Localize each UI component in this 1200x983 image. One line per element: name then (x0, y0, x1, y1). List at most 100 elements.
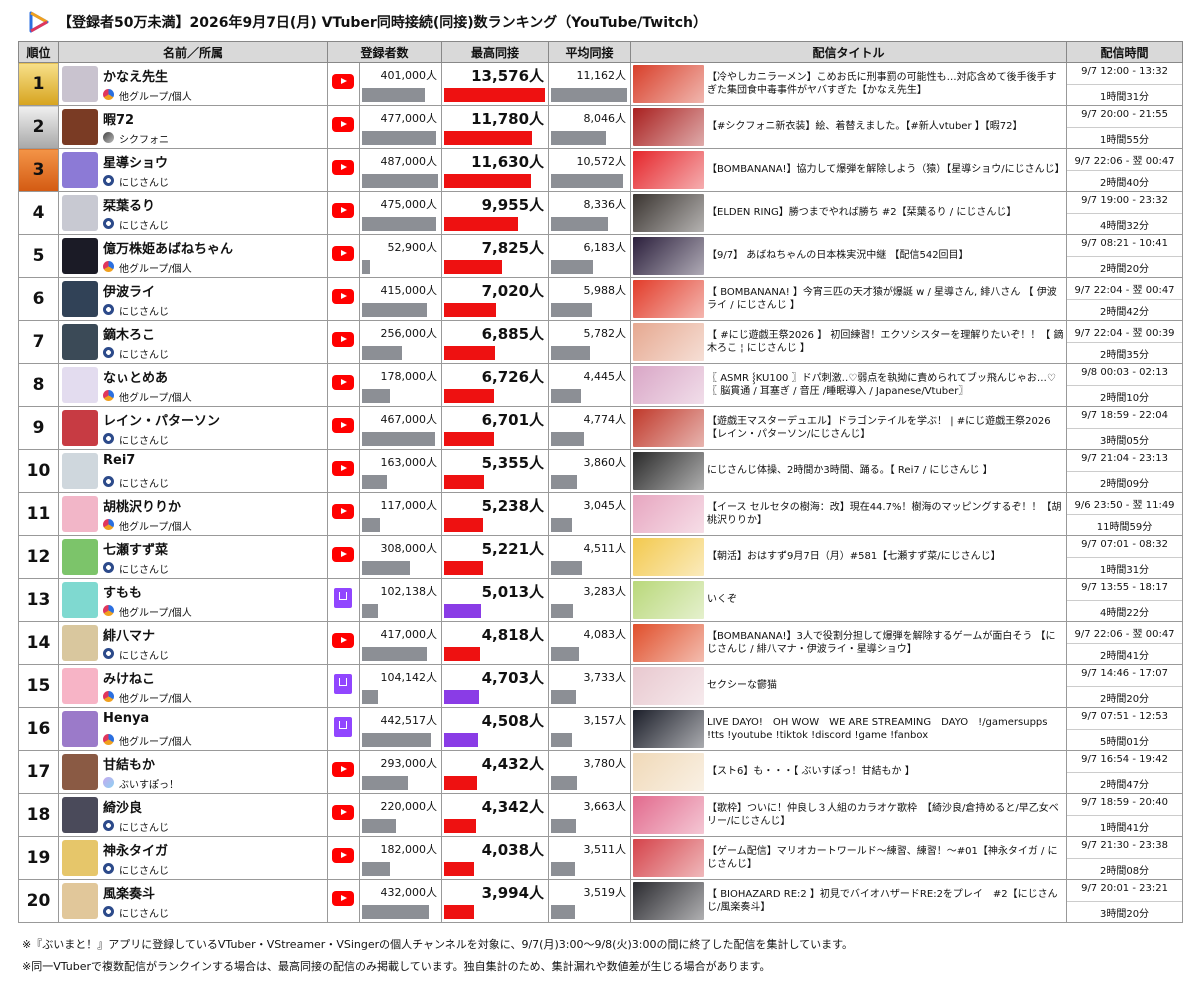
stream-thumbnail[interactable] (633, 366, 705, 404)
stream-title[interactable]: 【 #にじ遊戯王祭2026 】 初回練習！エクソシスターを理解りたいぞ！！【 鏑… (707, 322, 1064, 363)
stream-thumbnail[interactable] (633, 667, 705, 705)
stream-thumbnail[interactable] (633, 108, 705, 146)
stream-title[interactable]: 【BOMBANANA!】3人で役割分担して爆弾を解除するゲームが面白そう 【にじ… (707, 623, 1064, 664)
table-row[interactable]: 17 甘結もか ぶいすぽっ！ 293,000人 4,432人 3,780人 【スト6】も・・… (18, 750, 1184, 794)
youtube-icon[interactable] (332, 504, 354, 519)
stream-thumbnail[interactable] (633, 495, 705, 533)
stream-title[interactable]: 【遊戯王マスターデュエル】ドラゴンテイルを学ぶ！ | #にじ遊戯王祭2026 【… (707, 408, 1064, 449)
twitch-icon[interactable] (334, 674, 352, 694)
stream-title[interactable]: LIVE DAYO! OH WOW WE ARE STREAMING DAYO … (707, 709, 1064, 750)
youtube-icon[interactable] (332, 633, 354, 648)
vtuber-name[interactable]: 鏑木ろこ (103, 324, 155, 343)
stream-thumbnail[interactable] (633, 839, 705, 877)
stream-thumbnail[interactable] (633, 710, 705, 748)
stream-thumbnail[interactable] (633, 581, 705, 619)
table-row[interactable]: 8 なぃとめあ 他グループ/個人 178,000人 6,726人 4,445人〖 ASMR… (18, 363, 1184, 407)
stream-title[interactable]: 〖 ASMR ⸾KU100 〗ドパ刺激‥♡弱点を執拗に責められてブッ飛んじゃお…… (707, 365, 1064, 406)
table-row[interactable]: 3 星導ショウ にじさんじ 487,000人 11,630人 10,572人 【BOMBAN… (18, 148, 1184, 192)
table-row[interactable]: 9 レイン・パターソン にじさんじ 467,000人 6,701人 4,774人 【遊戯王マ… (18, 406, 1184, 450)
vtuber-name[interactable]: 栞葉るり (103, 195, 155, 214)
stream-thumbnail[interactable] (633, 753, 705, 791)
youtube-icon[interactable] (332, 762, 354, 777)
youtube-icon[interactable] (332, 289, 354, 304)
stream-title[interactable]: 【 BOMBANANA! 】今宵三匹の天才猿が爆誕 w / 星導さん, 緋八さん… (707, 279, 1064, 320)
vtuber-name[interactable]: Henya (103, 711, 149, 726)
stream-thumbnail[interactable] (633, 280, 705, 318)
table-row[interactable]: 5 億万株姫あばねちゃん 他グループ/個人 52,900人 7,825人 6,183人 【9… (18, 234, 1184, 278)
table-row[interactable]: 13 すもも 他グループ/個人 102,138人 5,013人 3,283人 いくぞ 9/7 … (18, 578, 1184, 622)
stream-title[interactable]: セクシーな鬱猫 (707, 666, 1064, 707)
youtube-icon[interactable] (332, 117, 354, 132)
vtuber-name[interactable]: すもも (103, 582, 142, 601)
stream-thumbnail[interactable] (633, 194, 705, 232)
youtube-icon[interactable] (332, 375, 354, 390)
stream-title[interactable]: 【朝活】おはすず9月7日（月）#581【七瀬すず菜/にじさんじ】 (707, 537, 1064, 578)
vtuber-name[interactable]: 暇72 (103, 109, 134, 128)
stream-title[interactable]: 【9/7】 あばねちゃんの日本株実況中継 【配信542回目】 (707, 236, 1064, 277)
table-row[interactable]: 4 栞葉るり にじさんじ 475,000人 9,955人 8,336人 【ELDEN RIN… (18, 191, 1184, 235)
youtube-icon[interactable] (332, 805, 354, 820)
stream-thumbnail[interactable] (633, 882, 705, 920)
stream-thumbnail[interactable] (633, 323, 705, 361)
table-row[interactable]: 2 暇72 シクフォニ 477,000人 11,780人 8,046人 【#シクフォニ新衣装… (18, 105, 1184, 149)
stream-title[interactable]: 【冷やしカニラーメン】こめお氏に刑事罰の可能性も…対応含めて後手後手すぎた集団食… (707, 64, 1064, 105)
stream-title[interactable]: 【イース セルセタの樹海：改】現在44.7%！樹海のマッピングするぞ！！【胡桃沢… (707, 494, 1064, 535)
table-row[interactable]: 12 七瀬すず菜 にじさんじ 308,000人 5,221人 4,511人 【朝活】おはすず… (18, 535, 1184, 579)
twitch-icon[interactable] (334, 717, 352, 737)
table-row[interactable]: 6 伊波ライ にじさんじ 415,000人 7,020人 5,988人【 BOMBANAN… (18, 277, 1184, 321)
vtuber-name[interactable]: 七瀬すず菜 (103, 539, 168, 558)
stream-title[interactable]: 【BOMBANANA!】協力して爆弾を解除しよう（猿）【星導ショウ/にじさんじ】 (707, 150, 1064, 191)
youtube-icon[interactable] (332, 418, 354, 433)
youtube-icon[interactable] (332, 891, 354, 906)
vtuber-name[interactable]: 星導ショウ (103, 152, 168, 171)
vtuber-name[interactable]: 緋八マナ (103, 625, 155, 644)
vtuber-name[interactable]: 風楽奏斗 (103, 883, 155, 902)
vtuber-name[interactable]: 神永タイガ (103, 840, 168, 859)
youtube-icon[interactable] (332, 547, 354, 562)
stream-thumbnail[interactable] (633, 151, 705, 189)
vtuber-name[interactable]: レイン・パターソン (103, 410, 220, 429)
vtuber-name[interactable]: 億万株姫あばねちゃん (103, 238, 233, 257)
stream-title[interactable]: 【ELDEN RING】勝つまでやれば勝ち #2【栞葉るり / にじさんじ】 (707, 193, 1064, 234)
youtube-icon[interactable] (332, 203, 354, 218)
table-row[interactable]: 16 Henya 他グループ/個人 442,517人 4,508人 3,157人 LIVE … (18, 707, 1184, 751)
vtuber-name[interactable]: みけねこ (103, 668, 155, 687)
vtuber-name[interactable]: かなえ先生 (103, 66, 168, 85)
stream-thumbnail[interactable] (633, 409, 705, 447)
youtube-icon[interactable] (332, 160, 354, 175)
stream-thumbnail[interactable] (633, 452, 705, 490)
vtuber-name[interactable]: 胡桃沢りりか (103, 496, 181, 515)
stream-thumbnail[interactable] (633, 796, 705, 834)
stream-thumbnail[interactable] (633, 624, 705, 662)
stream-title[interactable]: 【ゲーム配信】マリオカートワールド～練習、練習！～#01【神永タイガ / にじさ… (707, 838, 1064, 879)
vtuber-name[interactable]: 伊波ライ (103, 281, 155, 300)
youtube-icon[interactable] (332, 246, 354, 261)
table-row[interactable]: 1 かなえ先生 他グループ/個人 401,000人 13,576人 11,162人 【冷やし… (18, 62, 1184, 106)
table-row[interactable]: 20 風楽奏斗 にじさんじ 432,000人 3,994人 3,519人【 BIOHAZA… (18, 879, 1184, 923)
table-row[interactable]: 7 鏑木ろこ にじさんじ 256,000人 6,885人 5,782人【 #にじ遊戯王祭2… (18, 320, 1184, 364)
vtuber-name[interactable]: Rei7 (103, 453, 135, 468)
stream-title[interactable]: 【歌枠】ついに！仲良し３人組のカラオケ歌枠 【綺沙良/倉持めると/早乙女ベリー/… (707, 795, 1064, 836)
stream-thumbnail[interactable] (633, 538, 705, 576)
vtuber-name[interactable]: 綺沙良 (103, 797, 142, 816)
table-row[interactable]: 11 胡桃沢りりか 他グループ/個人 117,000人 5,238人 3,045人 【イース… (18, 492, 1184, 536)
vtuber-name[interactable]: 甘結もか (103, 754, 155, 773)
twitch-icon[interactable] (334, 588, 352, 608)
stream-title[interactable]: 【 BIOHAZARD RE:2 】初見でバイオハザードRE:2をプレイ #2【… (707, 881, 1064, 922)
table-row[interactable]: 15 みけねこ 他グループ/個人 104,142人 4,703人 3,733人 セクシーな鬱… (18, 664, 1184, 708)
vtuber-name[interactable]: なぃとめあ (103, 367, 168, 386)
table-row[interactable]: 14 緋八マナ にじさんじ 417,000人 4,818人 4,083人 【BOMBANAN… (18, 621, 1184, 665)
youtube-icon[interactable] (332, 74, 354, 89)
stream-title[interactable]: 【#シクフォニ新衣装】絵、着替えました。【#新人vtuber 】【暇72】 (707, 107, 1064, 148)
youtube-icon[interactable] (332, 332, 354, 347)
stream-thumbnail[interactable] (633, 237, 705, 275)
youtube-icon[interactable] (332, 848, 354, 863)
stream-title[interactable]: いくぞ (707, 580, 1064, 621)
stream-title[interactable]: 【スト6】も・・・【 ぶいすぽっ！甘結もか 】 (707, 752, 1064, 793)
stream-title[interactable]: にじさんじ体操、2時間か3時間、踊る。【 Rei7 / にじさんじ 】 (707, 451, 1064, 492)
table-row[interactable]: 10 Rei7 にじさんじ 163,000人 5,355人 3,860人 にじさんじ体操、2… (18, 449, 1184, 493)
youtube-icon[interactable] (332, 461, 354, 476)
stream-thumbnail[interactable] (633, 65, 705, 103)
table-row[interactable]: 18 綺沙良 にじさんじ 220,000人 4,342人 3,663人 【歌枠】ついに！仲良… (18, 793, 1184, 837)
table-row[interactable]: 19 神永タイガ にじさんじ 182,000人 4,038人 3,511人 【ゲーム配信】マ… (18, 836, 1184, 880)
